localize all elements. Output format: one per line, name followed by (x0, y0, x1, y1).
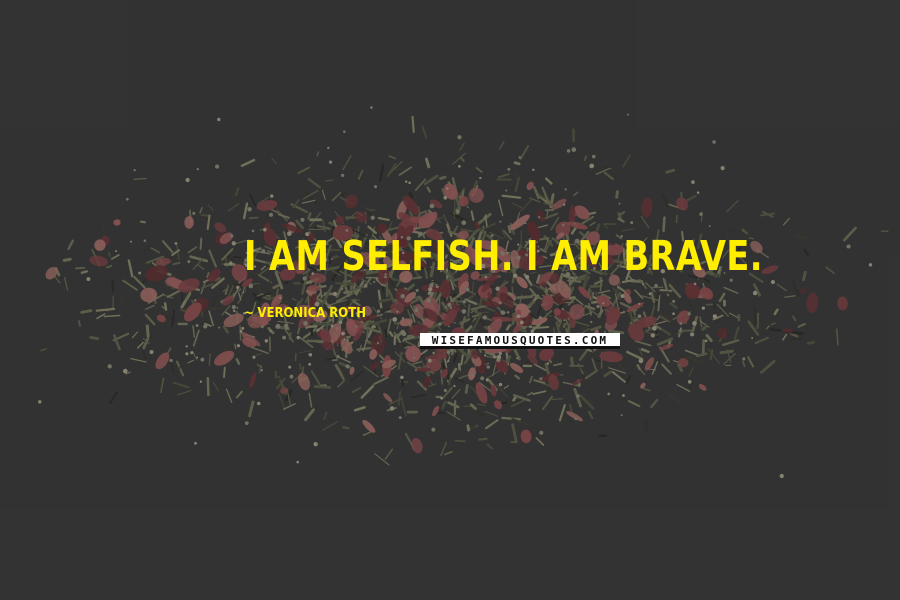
author-prefix: ~ (244, 306, 254, 321)
quote-image: I AM SELFISH. I AM BRAVE. ~ VERONICA ROTH… (0, 0, 900, 600)
dark-overlay (0, 0, 900, 600)
site-watermark: WISEFAMOUSQUOTES.COM (420, 333, 620, 349)
author-name: VERONICA ROTH (257, 306, 367, 321)
quote-text: I AM SELFISH. I AM BRAVE. (244, 232, 763, 280)
quote-author: ~ VERONICA ROTH (244, 306, 366, 321)
